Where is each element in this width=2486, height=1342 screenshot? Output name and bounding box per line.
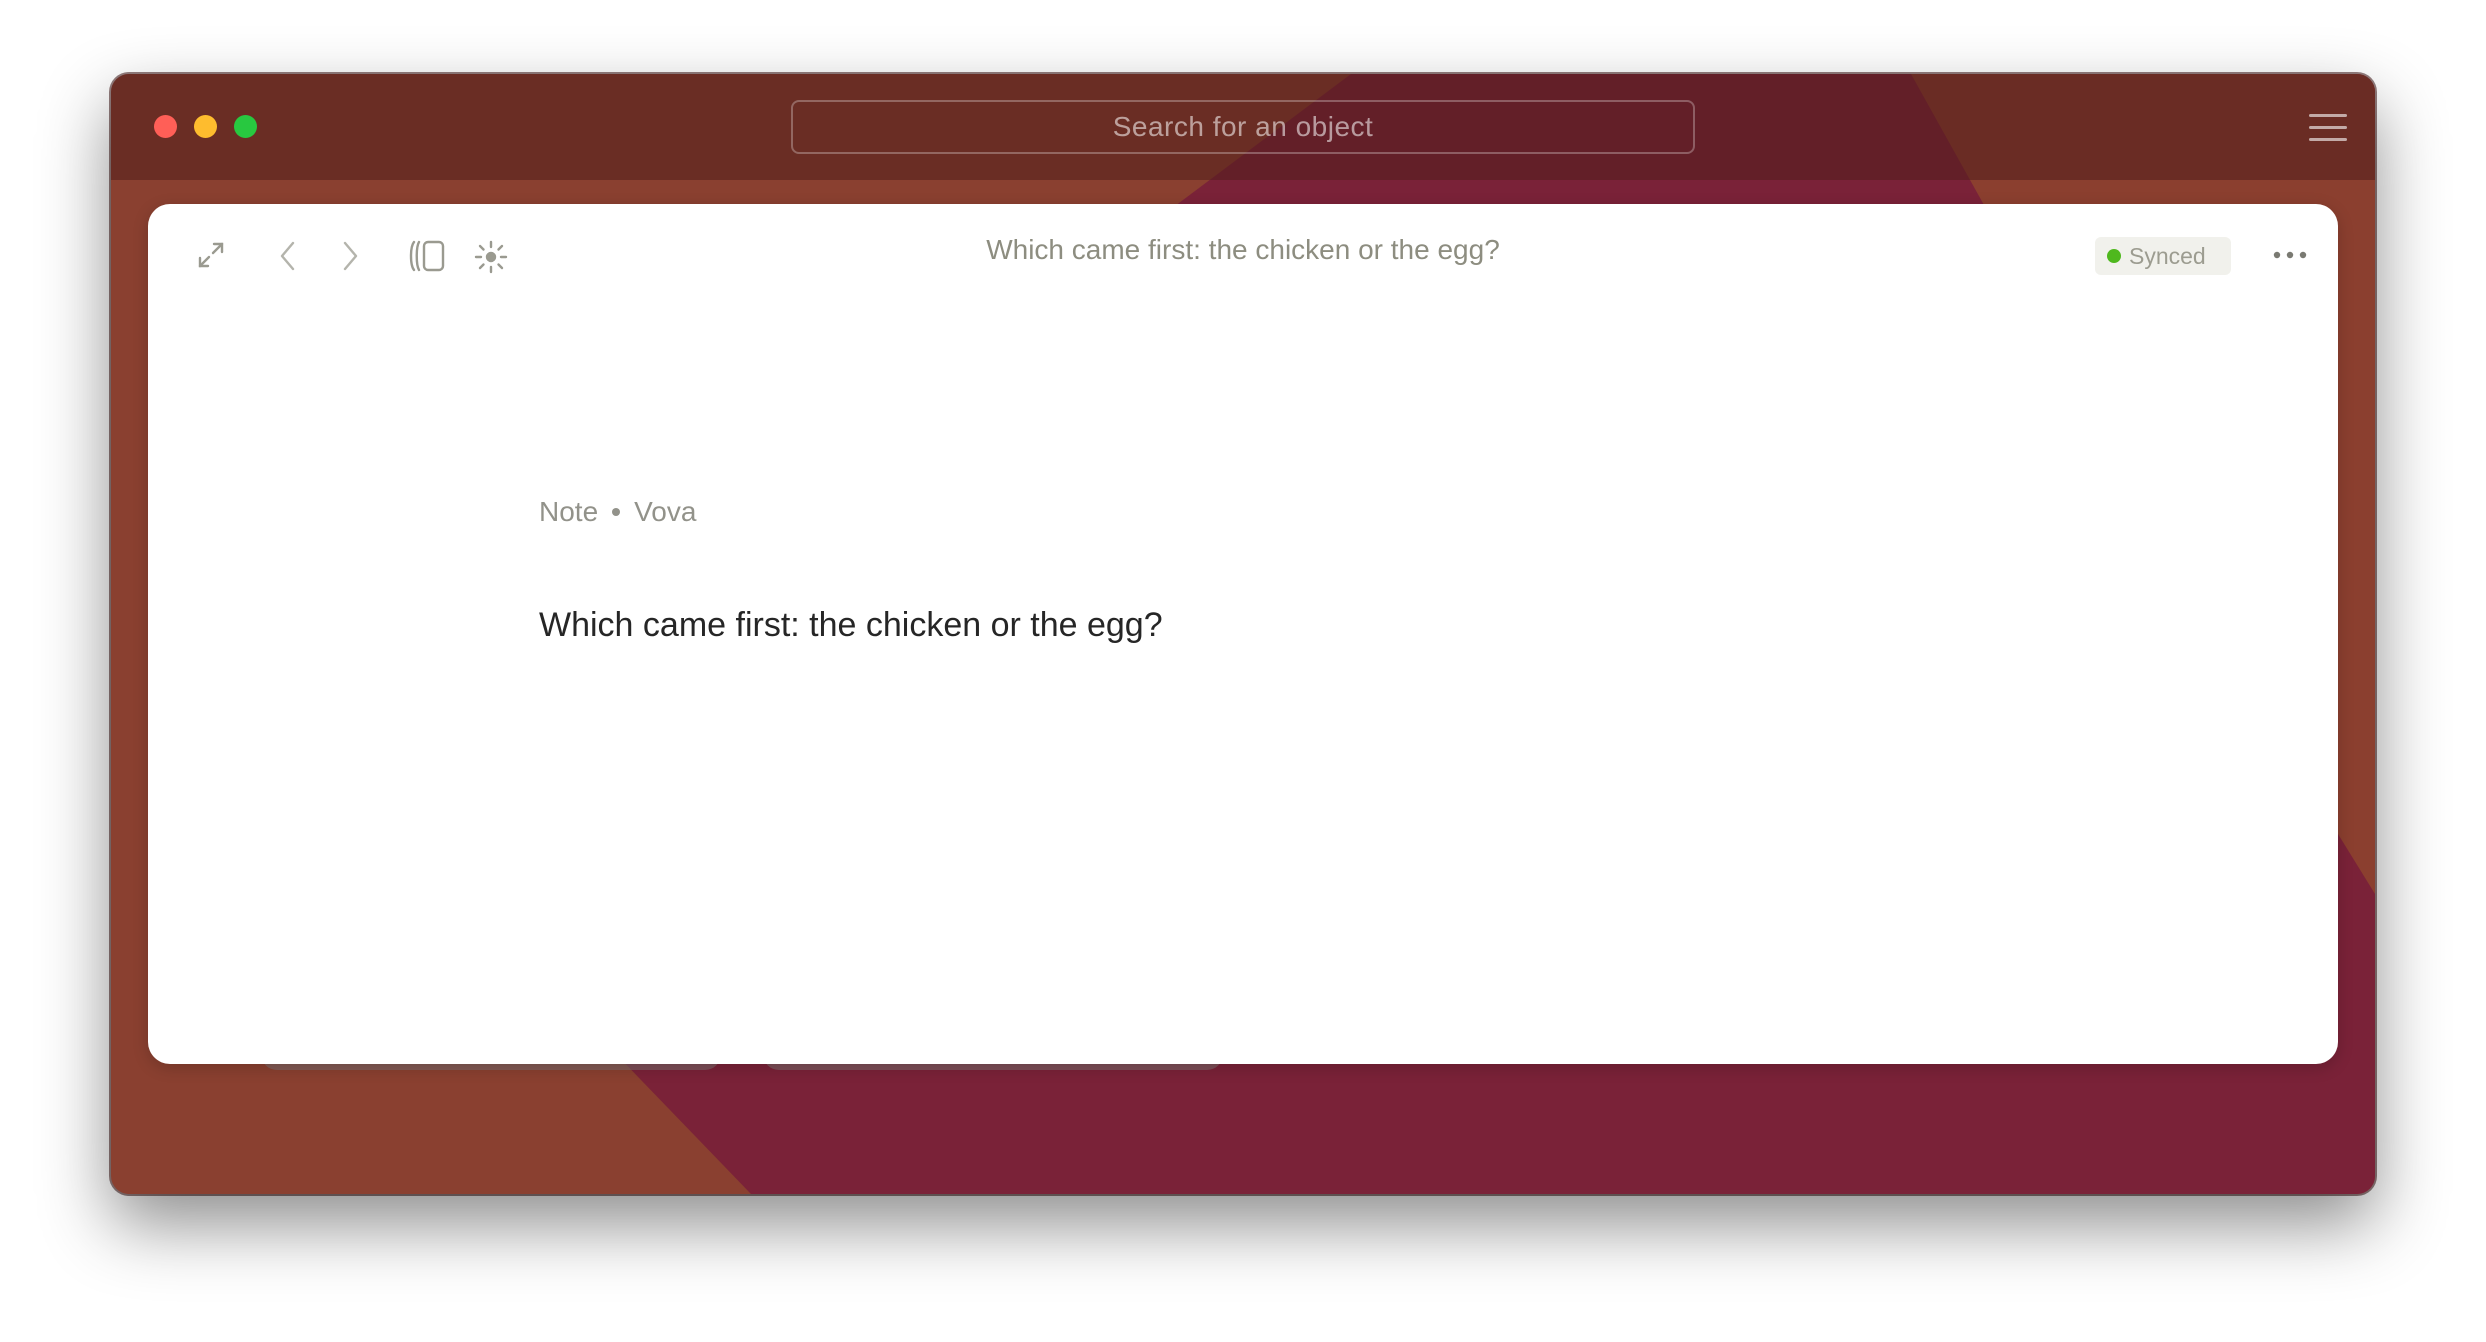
app-window: Search for an object Which came first: t… (111, 74, 2375, 1194)
sync-status-badge[interactable]: Synced (2095, 237, 2231, 275)
search-input[interactable]: Search for an object (791, 100, 1695, 154)
more-icon[interactable] (2272, 248, 2308, 267)
note-panel: Which came first: the chicken or the egg… (148, 204, 2338, 1064)
maximize-window-button[interactable] (234, 115, 257, 138)
sync-status-label: Synced (2129, 242, 2206, 269)
page-title: Which came first: the chicken or the egg… (986, 234, 1500, 265)
separator-dot (612, 508, 621, 516)
note-meta: Note Vova (539, 496, 696, 528)
search-placeholder: Search for an object (1112, 111, 1374, 142)
object-type-label[interactable]: Note (539, 496, 598, 528)
author-label[interactable]: Vova (634, 496, 696, 528)
menu-icon[interactable] (2309, 114, 2347, 144)
close-window-button[interactable] (154, 115, 177, 138)
sync-dot-icon (2107, 249, 2121, 263)
note-body-text[interactable]: Which came first: the chicken or the egg… (539, 606, 1163, 645)
title-bar: Search for an object (111, 74, 2375, 180)
minimize-window-button[interactable] (194, 115, 217, 138)
